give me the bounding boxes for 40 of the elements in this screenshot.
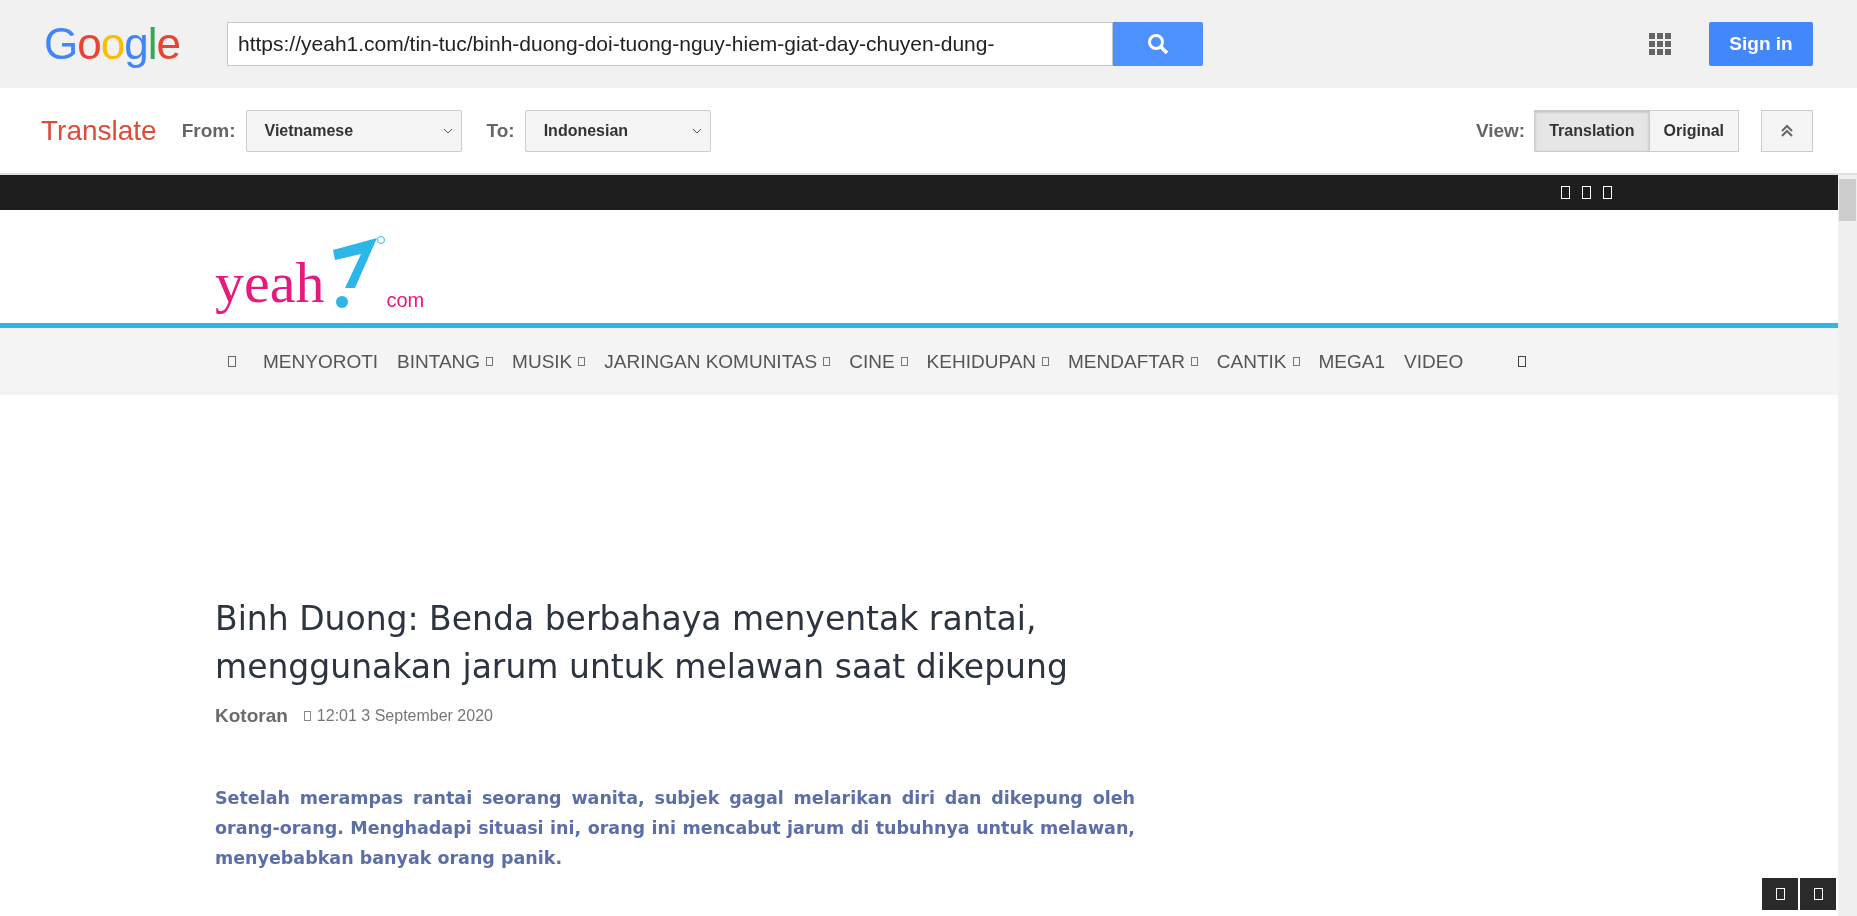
nav-link[interactable]: KEHIDUPAN — [926, 350, 1050, 373]
search-icon — [1147, 33, 1169, 55]
nav-link[interactable]: BINTANG — [397, 350, 494, 373]
nav-link[interactable]: CANTIK — [1216, 350, 1300, 373]
scrollbar[interactable] — [1838, 175, 1857, 916]
from-language-select[interactable]: Vietnamese — [245, 109, 462, 152]
view-toggle-button[interactable]: Translation — [1534, 109, 1650, 152]
nav-link[interactable]: MEGA1 — [1318, 350, 1386, 373]
translate-title: Translate — [41, 114, 157, 147]
view-label: View: — [1475, 119, 1526, 142]
double-chevron-up-icon — [1780, 123, 1794, 138]
from-label: From: — [181, 119, 236, 142]
article-lead: Setelah merampas rantai seorang wanita, subjek gagal melarikan diri dan dikepung oleh orang-orang. Menghadapi situasi ini, orang ini mencabut jarum di tubuhnya untuk melawan, menyebabkan banyak orang panik. — [215, 787, 1135, 870]
view-toggle-button[interactable]: Original — [1648, 109, 1739, 152]
google-logo[interactable]: Google — [44, 19, 192, 69]
nav-link[interactable]: CINE — [849, 350, 908, 373]
missing-glyph-icon[interactable] — [1518, 355, 1527, 368]
missing-glyph-icon — [303, 711, 311, 721]
to-language-select[interactable]: Indonesian — [524, 109, 711, 152]
apps-grid-icon[interactable] — [1649, 33, 1671, 55]
site-logo[interactable]: yeah com — [215, 221, 425, 312]
missing-glyph-icon — [1775, 887, 1785, 901]
corner-button[interactable] — [1762, 878, 1798, 910]
publish-date: 12:01 3 September 2020 — [316, 707, 493, 725]
collapse-button[interactable] — [1761, 109, 1813, 152]
corner-button[interactable] — [1800, 878, 1836, 910]
nav-link[interactable]: JARINGAN KOMUNITAS — [604, 350, 831, 373]
article-title: Binh Duong: Benda berbahaya menyentak rantai, menggunakan jarum untuk melawan saat dikepung — [215, 598, 1069, 688]
nav-link[interactable]: MUSIK — [512, 350, 586, 373]
caret-icon — [691, 127, 702, 134]
nav-link[interactable]: MENDAFTAR — [1068, 350, 1198, 373]
to-label: To: — [486, 119, 515, 142]
url-field[interactable]: https://yeah1.com/tin-tuc/binh-duong-doi-tuong-nguy-hiem-giat-day-chuyen-dung- — [227, 22, 1113, 66]
caret-icon — [442, 127, 453, 134]
sign-in-button[interactable]: Sign in — [1709, 22, 1813, 66]
missing-glyph-icon — [1813, 887, 1823, 901]
search-button[interactable] — [1113, 22, 1203, 66]
nav-link[interactable]: MENYOROTI — [263, 350, 379, 373]
nav-link[interactable]: VIDEO — [1404, 350, 1464, 373]
author-name[interactable]: Kotoran — [215, 705, 288, 727]
